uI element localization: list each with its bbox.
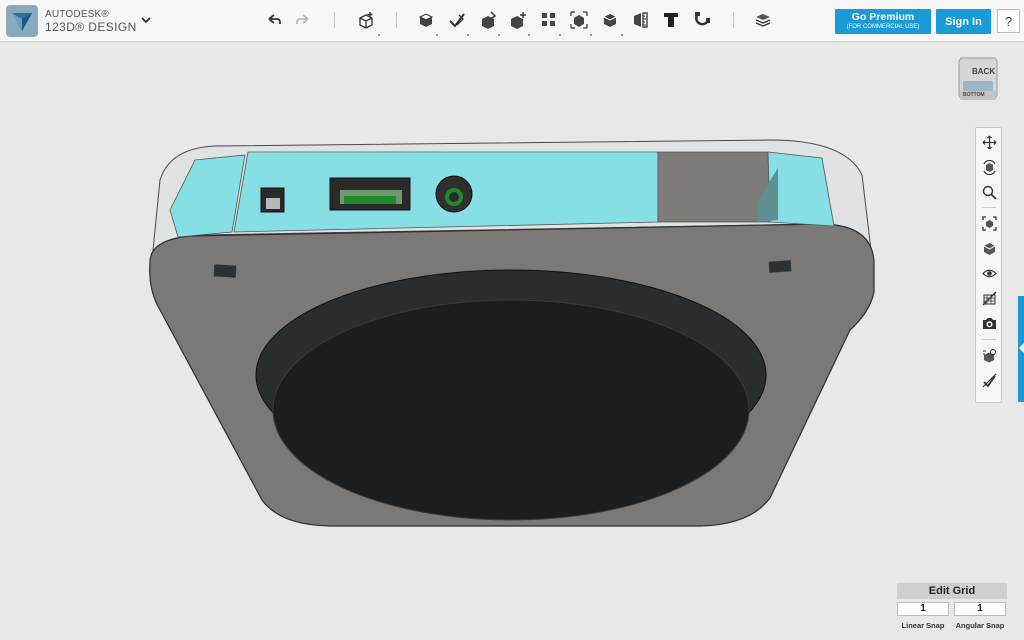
help-button[interactable]: ? <box>997 9 1020 33</box>
zoom-icon <box>982 185 997 200</box>
measure-button[interactable] <box>630 9 652 31</box>
primitives-button[interactable] <box>415 9 437 31</box>
fit-button[interactable] <box>980 214 998 232</box>
3d-viewport[interactable] <box>0 42 1024 640</box>
primitives-icon <box>418 13 434 27</box>
view-icon <box>983 242 995 255</box>
toolbar-divider <box>733 12 734 28</box>
angular-snap-label: Angular Snap <box>955 621 1005 630</box>
premium-subtitle: (FOR COMMERCIAL USE) <box>846 24 920 30</box>
measure-icon <box>634 12 648 28</box>
screenshot-button[interactable] <box>980 314 998 332</box>
linear-snap-label: Linear Snap <box>901 621 945 630</box>
dropdown-indicator <box>378 34 380 36</box>
dropdown-indicator <box>436 34 438 36</box>
premium-title: Go Premium <box>851 11 915 23</box>
material-icon <box>755 14 771 27</box>
go-premium-button[interactable]: Go Premium (FOR COMMERCIAL USE) <box>835 9 931 34</box>
navbar-divider <box>982 339 996 340</box>
brand-product: 123D® DESIGN <box>45 20 137 34</box>
pan-button[interactable] <box>980 133 998 151</box>
modify-button[interactable] <box>507 9 529 31</box>
fit-icon <box>981 215 997 231</box>
chevron-down-icon[interactable] <box>140 14 152 26</box>
text-icon <box>664 13 678 27</box>
sketch-visibility-button[interactable] <box>980 371 998 389</box>
pan-icon <box>982 135 996 149</box>
pattern-button[interactable] <box>538 9 560 31</box>
material-button[interactable] <box>752 9 774 31</box>
hide-materials-button[interactable] <box>980 289 998 307</box>
viewcube-face-back[interactable]: BACK <box>972 67 995 76</box>
navigation-bar <box>975 127 1002 403</box>
sketch-button[interactable] <box>446 9 468 31</box>
viewcube-face-bottom[interactable]: BOTTOM <box>963 92 985 98</box>
dropdown-indicator <box>559 34 561 36</box>
sign-in-button[interactable]: Sign In <box>936 9 991 34</box>
redo-button[interactable] <box>292 9 314 31</box>
combine-button[interactable] <box>599 9 621 31</box>
snap-button[interactable] <box>691 9 713 31</box>
camera-icon <box>982 317 996 329</box>
undo-button[interactable] <box>263 9 285 31</box>
dropdown-indicator <box>467 34 469 36</box>
visibility-icon <box>981 269 997 277</box>
snap-icon <box>695 12 710 26</box>
modify-icon <box>511 12 526 29</box>
brand-title: AUTODESK® 123D® DESIGN <box>45 8 137 34</box>
combine-icon <box>603 14 617 27</box>
grouping-icon <box>570 11 588 29</box>
grouping-button[interactable] <box>568 9 590 31</box>
linear-snap-field[interactable]: 1 <box>897 602 949 616</box>
zoom-button[interactable] <box>980 183 998 201</box>
3d-model[interactable] <box>149 139 875 527</box>
dropdown-indicator <box>590 34 592 36</box>
toolbar-divider <box>396 12 397 28</box>
new-object-icon <box>359 12 373 29</box>
group-visibility-button[interactable] <box>980 346 998 364</box>
toolbar-divider <box>334 12 335 28</box>
edit-grid-button[interactable]: Edit Grid <box>897 583 1007 599</box>
new-object-button[interactable] <box>355 9 377 31</box>
top-toolbar: AUTODESK® 123D® DESIGN Go Premium (FOR C… <box>0 0 1024 42</box>
dropdown-indicator <box>621 34 623 36</box>
pattern-icon <box>542 13 555 26</box>
dropdown-indicator <box>528 34 530 36</box>
group-visibility-icon <box>982 348 996 362</box>
navbar-divider <box>982 207 996 208</box>
visibility-button[interactable] <box>980 264 998 282</box>
undo-icon <box>268 14 281 24</box>
dropdown-indicator <box>498 34 500 36</box>
view-button[interactable] <box>980 239 998 257</box>
angular-snap-field[interactable]: 1 <box>954 602 1006 616</box>
orbit-button[interactable] <box>980 158 998 176</box>
orbit-icon <box>982 159 996 175</box>
chevron-left-icon[interactable] <box>1019 343 1024 353</box>
construct-button[interactable] <box>477 9 499 31</box>
sketch-icon <box>449 13 465 28</box>
hide-materials-icon <box>982 291 996 305</box>
app-logo-icon[interactable] <box>6 5 38 37</box>
sketch-visibility-icon <box>982 373 996 387</box>
text-button[interactable] <box>660 9 682 31</box>
construct-icon <box>482 11 497 29</box>
redo-icon <box>296 14 309 24</box>
